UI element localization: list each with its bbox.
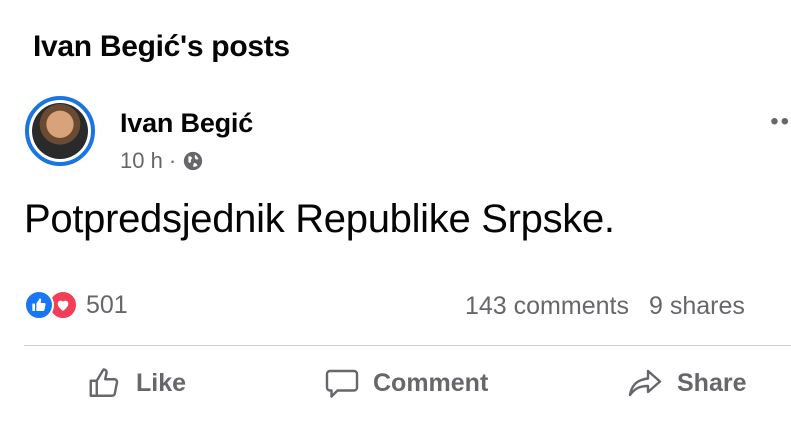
like-button[interactable]: Like — [86, 365, 186, 401]
post-meta: 10 h · — [120, 148, 204, 174]
reaction-count: 501 — [86, 290, 128, 319]
comments-count[interactable]: 143 comments — [465, 292, 629, 320]
avatar[interactable] — [25, 96, 95, 166]
post-time[interactable]: 10 h — [120, 148, 163, 174]
reactions-summary[interactable]: 501 — [24, 290, 128, 320]
share-icon — [628, 369, 662, 397]
comment-icon — [325, 369, 359, 398]
author-name[interactable]: Ivan Begić — [120, 108, 253, 139]
comment-button[interactable]: Comment — [323, 365, 488, 401]
engagement-stats: 143 comments 9 shares — [465, 292, 745, 321]
share-label: Share — [677, 368, 747, 397]
shares-count[interactable]: 9 shares — [649, 292, 745, 320]
like-reaction-icon — [24, 290, 54, 320]
thumbs-up-icon — [89, 368, 119, 397]
share-button[interactable]: Share — [625, 365, 746, 401]
divider — [24, 345, 791, 346]
meta-separator: · — [168, 148, 177, 173]
profile-photo — [32, 103, 88, 159]
comment-label: Comment — [373, 368, 489, 397]
globe-icon[interactable] — [182, 150, 204, 172]
like-label: Like — [136, 368, 187, 397]
page-title: Ivan Begić's posts — [33, 30, 290, 63]
more-icon[interactable]: •• — [770, 108, 791, 136]
post-text: Potpredsjednik Republike Srpske. — [24, 197, 615, 241]
